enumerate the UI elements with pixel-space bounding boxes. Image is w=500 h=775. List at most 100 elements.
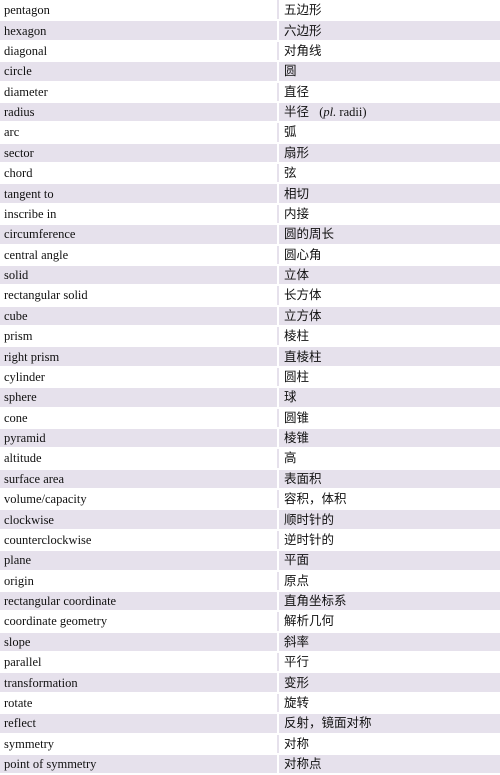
table-row: altitude 高 (0, 448, 500, 470)
table-row: chord 弦 (0, 163, 500, 185)
english-term: cube (0, 305, 278, 328)
chinese-term: 长方体 (277, 285, 500, 307)
english-term: cone (0, 407, 278, 429)
chinese-term-text: 直角坐标系 (284, 593, 347, 609)
chinese-term-text: 平面 (284, 552, 310, 568)
chinese-term-text: 圆锥 (284, 409, 310, 425)
english-term: reflect (0, 713, 278, 735)
table-row: rectangular solid 长方体 (0, 285, 500, 307)
chinese-term: 内接 (277, 203, 500, 226)
chinese-term: 平面 (277, 550, 500, 572)
chinese-term-text: 直径 (284, 83, 310, 99)
chinese-term-text: 旋转 (284, 694, 310, 710)
english-term: coordinate geometry (0, 611, 278, 633)
english-term: symmetry (0, 733, 278, 755)
table-row: hexagon 六边形 (0, 20, 500, 42)
chinese-term: 直角坐标系 (277, 590, 500, 613)
chinese-term-text: 反射，镜面对称 (284, 715, 372, 731)
table-row: prism 棱柱 (0, 326, 500, 348)
chinese-term: 表面积 (277, 468, 500, 491)
chinese-term-text: 棱锥 (284, 430, 310, 446)
chinese-term: 逆时针的 (277, 529, 500, 552)
english-term: tangent to (0, 183, 278, 205)
table-row: cube 立方体 (0, 305, 500, 328)
table-row: symmetry 对称 (0, 733, 500, 755)
english-term: central angle (0, 244, 278, 266)
table-row: tangent to 相切 (0, 183, 500, 205)
table-row: slope 斜率 (0, 631, 500, 654)
chinese-term: 立方体 (277, 305, 500, 328)
chinese-term: 解析几何 (277, 611, 500, 633)
chinese-term: 斜率 (277, 631, 500, 654)
chinese-term-text: 圆 (284, 63, 297, 79)
chinese-term: 容积，体积 (277, 489, 500, 511)
table-row: cone 圆锥 (0, 407, 500, 429)
table-row: plane 平面 (0, 550, 500, 572)
chinese-term-text: 内接 (284, 205, 310, 221)
chinese-term-text: 立方体 (284, 307, 322, 323)
chinese-term-text: 对角线 (284, 42, 322, 58)
table-row: inscribe in 内接 (0, 203, 500, 226)
chinese-term: 高 (277, 448, 500, 470)
chinese-term-text: 相切 (284, 185, 310, 201)
chinese-term-text: 弦 (284, 165, 297, 181)
chinese-term: 圆 (277, 61, 500, 83)
english-term: rectangular coordinate (0, 590, 278, 613)
chinese-term-text: 解析几何 (284, 613, 335, 629)
english-term: counterclockwise (0, 529, 278, 552)
english-term: cylinder (0, 366, 278, 389)
english-term: pyramid (0, 427, 278, 450)
chinese-term-text: 斜率 (284, 633, 310, 649)
english-term: parallel (0, 652, 278, 674)
table-row: circumference 圆的周长 (0, 224, 500, 246)
chinese-term-text: 棱柱 (284, 328, 310, 344)
english-term: surface area (0, 468, 278, 491)
english-term: point of symmetry (0, 753, 278, 775)
table-row: reflect 反射，镜面对称 (0, 713, 500, 735)
table-row: right prism 直棱柱 (0, 346, 500, 368)
english-term: inscribe in (0, 203, 278, 226)
english-term: arc (0, 122, 278, 144)
table-row: sphere 球 (0, 387, 500, 409)
table-row: diameter 直径 (0, 81, 500, 103)
table-row: cylinder 圆柱 (0, 366, 500, 389)
chinese-term: 棱锥 (277, 427, 500, 450)
chinese-term-text: 顺时针的 (284, 511, 335, 527)
plural-note-abbrev: pl. (323, 105, 337, 120)
chinese-term-text: 五边形 (284, 1, 322, 17)
chinese-term-text: 圆的周长 (284, 226, 335, 242)
english-term: prism (0, 326, 278, 348)
chinese-term-text: 对称 (284, 735, 310, 751)
english-term: clockwise (0, 509, 278, 531)
chinese-term: 六边形 (277, 20, 500, 42)
chinese-term: 对称 (277, 733, 500, 755)
english-term: right prism (0, 346, 278, 368)
chinese-term: 顺时针的 (277, 509, 500, 531)
english-term: altitude (0, 448, 278, 470)
chinese-term: 对称点 (277, 753, 500, 775)
chinese-term: 弧 (277, 122, 500, 144)
chinese-term-text: 球 (284, 389, 297, 405)
chinese-term: 圆柱 (277, 366, 500, 389)
chinese-term: 变形 (277, 672, 500, 694)
chinese-term-text: 圆心角 (284, 246, 322, 262)
chinese-term-text: 容积，体积 (284, 491, 347, 507)
english-term: sphere (0, 387, 278, 409)
chinese-term-text: 六边形 (284, 22, 322, 38)
table-row: transformation 变形 (0, 672, 500, 694)
english-term: pentagon (0, 0, 278, 22)
english-term: slope (0, 631, 278, 654)
english-term: diameter (0, 81, 278, 103)
table-row: parallel 平行 (0, 652, 500, 674)
chinese-term: 直棱柱 (277, 346, 500, 368)
table-row: counterclockwise 逆时针的 (0, 529, 500, 552)
chinese-term-text: 原点 (284, 572, 310, 588)
chinese-term: 旋转 (277, 692, 500, 715)
chinese-term: 原点 (277, 570, 500, 592)
table-row: origin 原点 (0, 570, 500, 592)
table-row: volume/capacity 容积，体积 (0, 489, 500, 511)
chinese-term-text: 表面积 (284, 470, 322, 486)
english-term: rotate (0, 692, 278, 715)
english-term: diagonal (0, 40, 278, 63)
chinese-term-text: 半径 (284, 104, 310, 120)
